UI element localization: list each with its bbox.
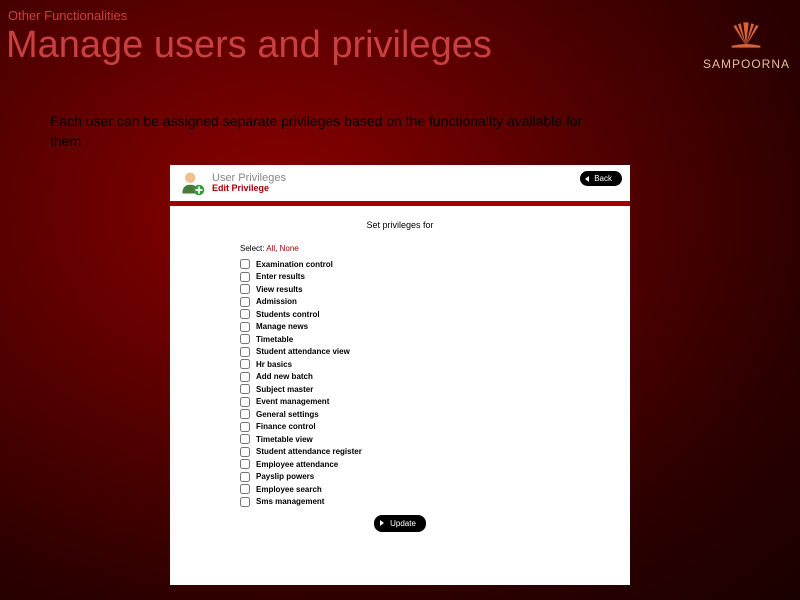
privileges-panel: User Privileges Edit Privilege Back Set … — [170, 165, 630, 585]
page-description: Each user can be assigned separate privi… — [50, 112, 610, 151]
list-item: Timetable — [240, 334, 560, 344]
select-none-link[interactable]: None — [280, 244, 299, 253]
privilege-label: View results — [256, 285, 303, 294]
privilege-label: Subject master — [256, 385, 313, 394]
privilege-checkbox[interactable] — [240, 422, 250, 432]
privilege-checkbox[interactable] — [240, 322, 250, 332]
privilege-checkbox[interactable] — [240, 409, 250, 419]
select-label: Select: — [240, 244, 264, 253]
list-item: Students control — [240, 309, 560, 319]
logo: SAMPOORNA — [703, 22, 790, 71]
privilege-checkbox[interactable] — [240, 459, 250, 469]
privilege-label: Student attendance register — [256, 447, 362, 456]
privilege-checkbox[interactable] — [240, 309, 250, 319]
privilege-label: Hr basics — [256, 360, 292, 369]
list-item: Student attendance view — [240, 347, 560, 357]
list-item: Student attendance register — [240, 447, 560, 457]
privilege-label: Admission — [256, 297, 297, 306]
privilege-checkbox[interactable] — [240, 259, 250, 269]
privilege-checkbox[interactable] — [240, 347, 250, 357]
privilege-checkbox[interactable] — [240, 272, 250, 282]
select-all-link[interactable]: All — [266, 244, 275, 253]
privilege-label: General settings — [256, 410, 319, 419]
list-item: Employee attendance — [240, 459, 560, 469]
privilege-label: Finance control — [256, 422, 316, 431]
list-item: Add new batch — [240, 372, 560, 382]
privilege-label: Event management — [256, 397, 329, 406]
list-item: Timetable view — [240, 434, 560, 444]
privilege-label: Employee search — [256, 485, 322, 494]
list-item: Payslip powers — [240, 472, 560, 482]
list-item: General settings — [240, 409, 560, 419]
privilege-checkbox[interactable] — [240, 472, 250, 482]
privilege-label: Students control — [256, 310, 320, 319]
privilege-checkbox[interactable] — [240, 359, 250, 369]
privilege-label: Sms management — [256, 497, 324, 506]
panel-header: User Privileges Edit Privilege Back — [170, 165, 630, 201]
privilege-label: Employee attendance — [256, 460, 338, 469]
update-button[interactable]: Update — [374, 515, 426, 532]
privilege-checkbox[interactable] — [240, 397, 250, 407]
privilege-checkbox[interactable] — [240, 334, 250, 344]
privilege-checkbox[interactable] — [240, 372, 250, 382]
panel-subtitle: Edit Privilege — [212, 184, 286, 194]
list-item: Subject master — [240, 384, 560, 394]
privilege-label: Timetable — [256, 335, 293, 344]
privilege-checkbox[interactable] — [240, 297, 250, 307]
list-item: Hr basics — [240, 359, 560, 369]
book-fan-icon — [728, 22, 764, 48]
privilege-checkbox[interactable] — [240, 484, 250, 494]
privilege-label: Student attendance view — [256, 347, 350, 356]
list-item: Event management — [240, 397, 560, 407]
breadcrumb: Other Functionalities — [8, 8, 127, 23]
privilege-checkbox[interactable] — [240, 284, 250, 294]
list-item: Employee search — [240, 484, 560, 494]
set-privileges-label: Set privileges for — [240, 220, 560, 230]
privilege-label: Examination control — [256, 260, 333, 269]
privilege-checkbox[interactable] — [240, 497, 250, 507]
list-item: Finance control — [240, 422, 560, 432]
privilege-label: Timetable view — [256, 435, 313, 444]
privilege-checkbox[interactable] — [240, 447, 250, 457]
page-title: Manage users and privileges — [6, 24, 492, 67]
logo-text: SAMPOORNA — [703, 57, 790, 71]
list-item: Enter results — [240, 272, 560, 282]
back-button[interactable]: Back — [580, 171, 622, 186]
list-item: Admission — [240, 297, 560, 307]
list-item: Examination control — [240, 259, 560, 269]
privilege-label: Manage news — [256, 322, 308, 331]
privilege-label: Enter results — [256, 272, 305, 281]
list-item: View results — [240, 284, 560, 294]
privilege-label: Add new batch — [256, 372, 313, 381]
privilege-label: Payslip powers — [256, 472, 314, 481]
privilege-checkbox[interactable] — [240, 384, 250, 394]
list-item: Sms management — [240, 497, 560, 507]
user-add-icon — [178, 169, 206, 197]
privilege-checkbox[interactable] — [240, 434, 250, 444]
list-item: Manage news — [240, 322, 560, 332]
select-row: Select: All, None — [240, 244, 560, 253]
privileges-list: Examination control Enter results View res… — [240, 259, 560, 507]
